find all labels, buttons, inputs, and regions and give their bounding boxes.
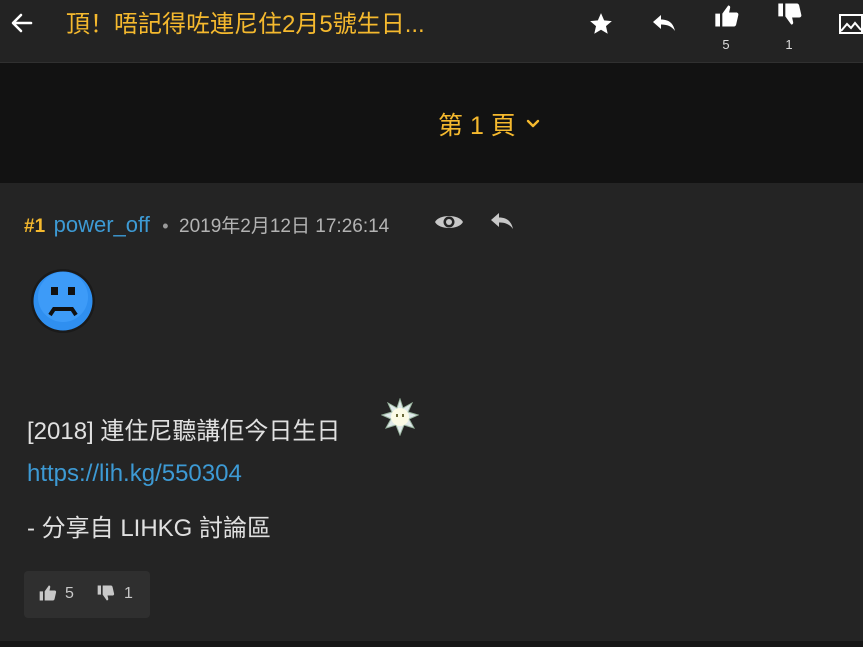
thumbs-up-icon[interactable] (713, 2, 741, 30)
post-header: #1 power_off • 2019年2月12日 17:26:14 (24, 211, 389, 239)
page-selector-bar: 第 1 頁 (0, 63, 863, 183)
post-like-count: 5 (65, 585, 74, 602)
sad-face-emoji-icon (31, 269, 95, 333)
like-count: 5 (722, 37, 730, 52)
thumbs-down-icon (97, 585, 115, 601)
post-timestamp: 2019年2月12日 17:26:14 (179, 216, 390, 237)
thumbs-down-icon[interactable] (776, 0, 804, 28)
eye-icon[interactable] (433, 210, 465, 234)
dislike-count: 1 (785, 37, 793, 52)
post-link[interactable]: https://lih.kg/550304 (27, 460, 242, 488)
image-icon[interactable] (838, 12, 863, 36)
quote-reply-icon[interactable] (488, 209, 516, 233)
thread-title[interactable]: 頂！唔記得咗連尼住2月5號生日... (66, 9, 506, 41)
star-icon[interactable] (588, 11, 614, 37)
username-link[interactable]: power_off (54, 212, 150, 237)
post-text-line: [2018] 連住尼聽講佢今日生日 (27, 418, 341, 445)
thumbs-up-icon (39, 585, 57, 601)
floor-number: #1 (24, 216, 46, 237)
reply-icon[interactable] (650, 10, 678, 36)
post-card: #1 power_off • 2019年2月12日 17:26:14 [2018… (0, 183, 863, 643)
page-label: 第 1 頁 (438, 112, 516, 140)
back-arrow-icon[interactable] (9, 10, 35, 36)
page-selector-button[interactable]: 第 1 頁 (438, 106, 540, 140)
vote-box: 5 1 (24, 571, 150, 618)
post-dislike-count: 1 (124, 585, 133, 602)
separator-dot: • (162, 216, 169, 236)
sun-emoji-icon (381, 398, 419, 436)
share-source-text: - 分享自 LIHKG 討論區 (27, 515, 272, 542)
post-divider (0, 641, 863, 647)
top-bar: 頂！唔記得咗連尼住2月5號生日... 5 1 (0, 0, 863, 63)
chevron-down-icon (526, 119, 539, 128)
